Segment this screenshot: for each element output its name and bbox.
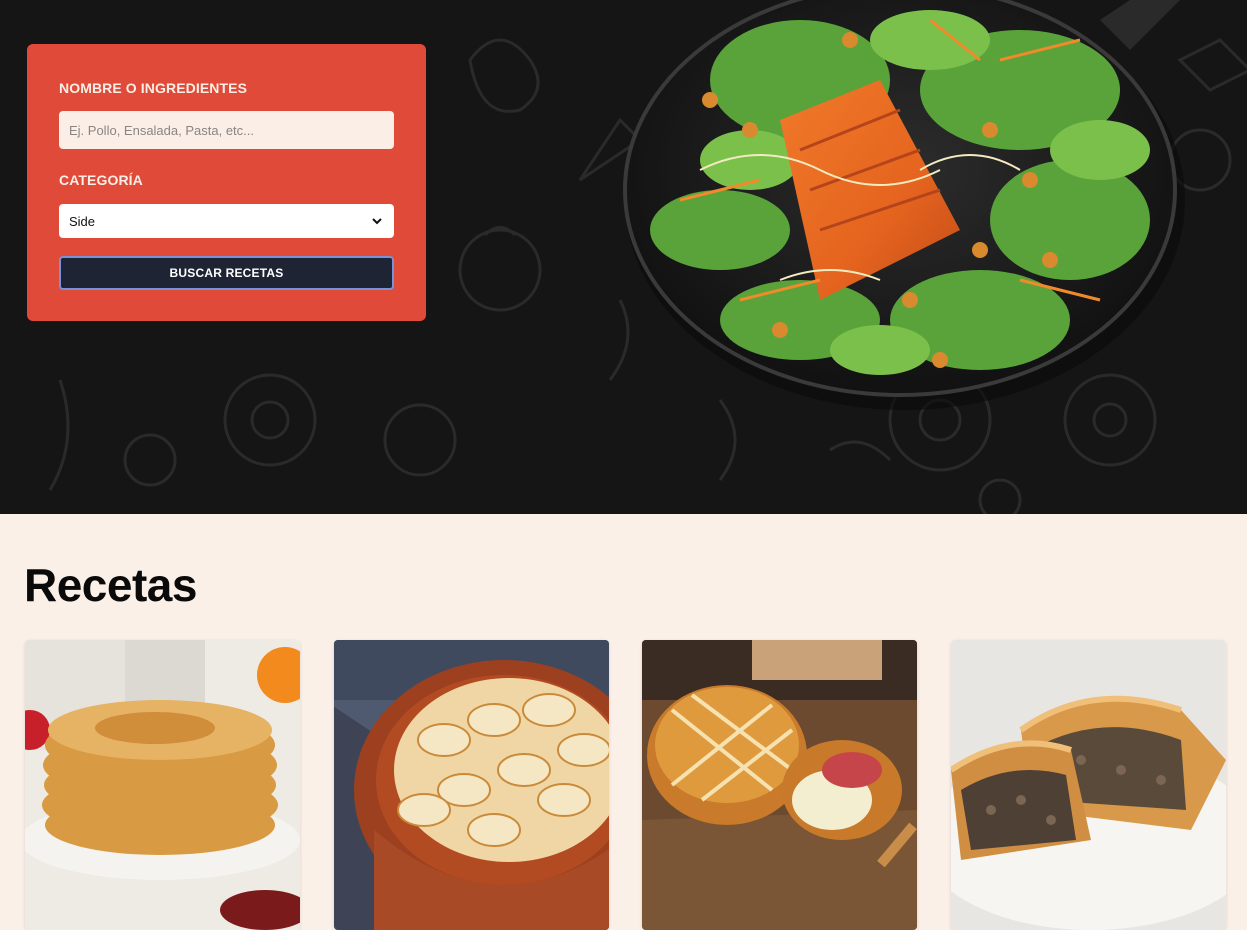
recipes-title: Recetas (24, 559, 197, 611)
pancakes-image (25, 640, 300, 930)
salmon-salad-image (623, 0, 1185, 410)
name-ingredients-input[interactable] (59, 111, 394, 149)
hero-banner: NOMBRE O INGREDIENTES CATEGORÍA Side BUS… (0, 0, 1247, 514)
recipes-section: Recetas (0, 514, 1247, 930)
recipe-card[interactable] (25, 640, 300, 930)
category-label: CATEGORÍA (59, 172, 143, 188)
baked-brie-pastry-image (642, 640, 917, 930)
search-recipes-button[interactable]: BUSCAR RECETAS (59, 256, 394, 290)
category-selected-value: Side (69, 213, 96, 229)
recipe-search-form: NOMBRE O INGREDIENTES CATEGORÍA Side BUS… (27, 44, 426, 321)
potato-gratin-image (334, 640, 609, 930)
chevron-down-icon (372, 218, 382, 225)
recipe-card[interactable] (951, 640, 1226, 930)
meat-pie-image (951, 640, 1226, 930)
category-select[interactable]: Side (59, 204, 394, 238)
name-ingredients-label: NOMBRE O INGREDIENTES (59, 80, 248, 96)
recipe-card[interactable] (334, 640, 609, 930)
recipe-card[interactable] (642, 640, 917, 930)
